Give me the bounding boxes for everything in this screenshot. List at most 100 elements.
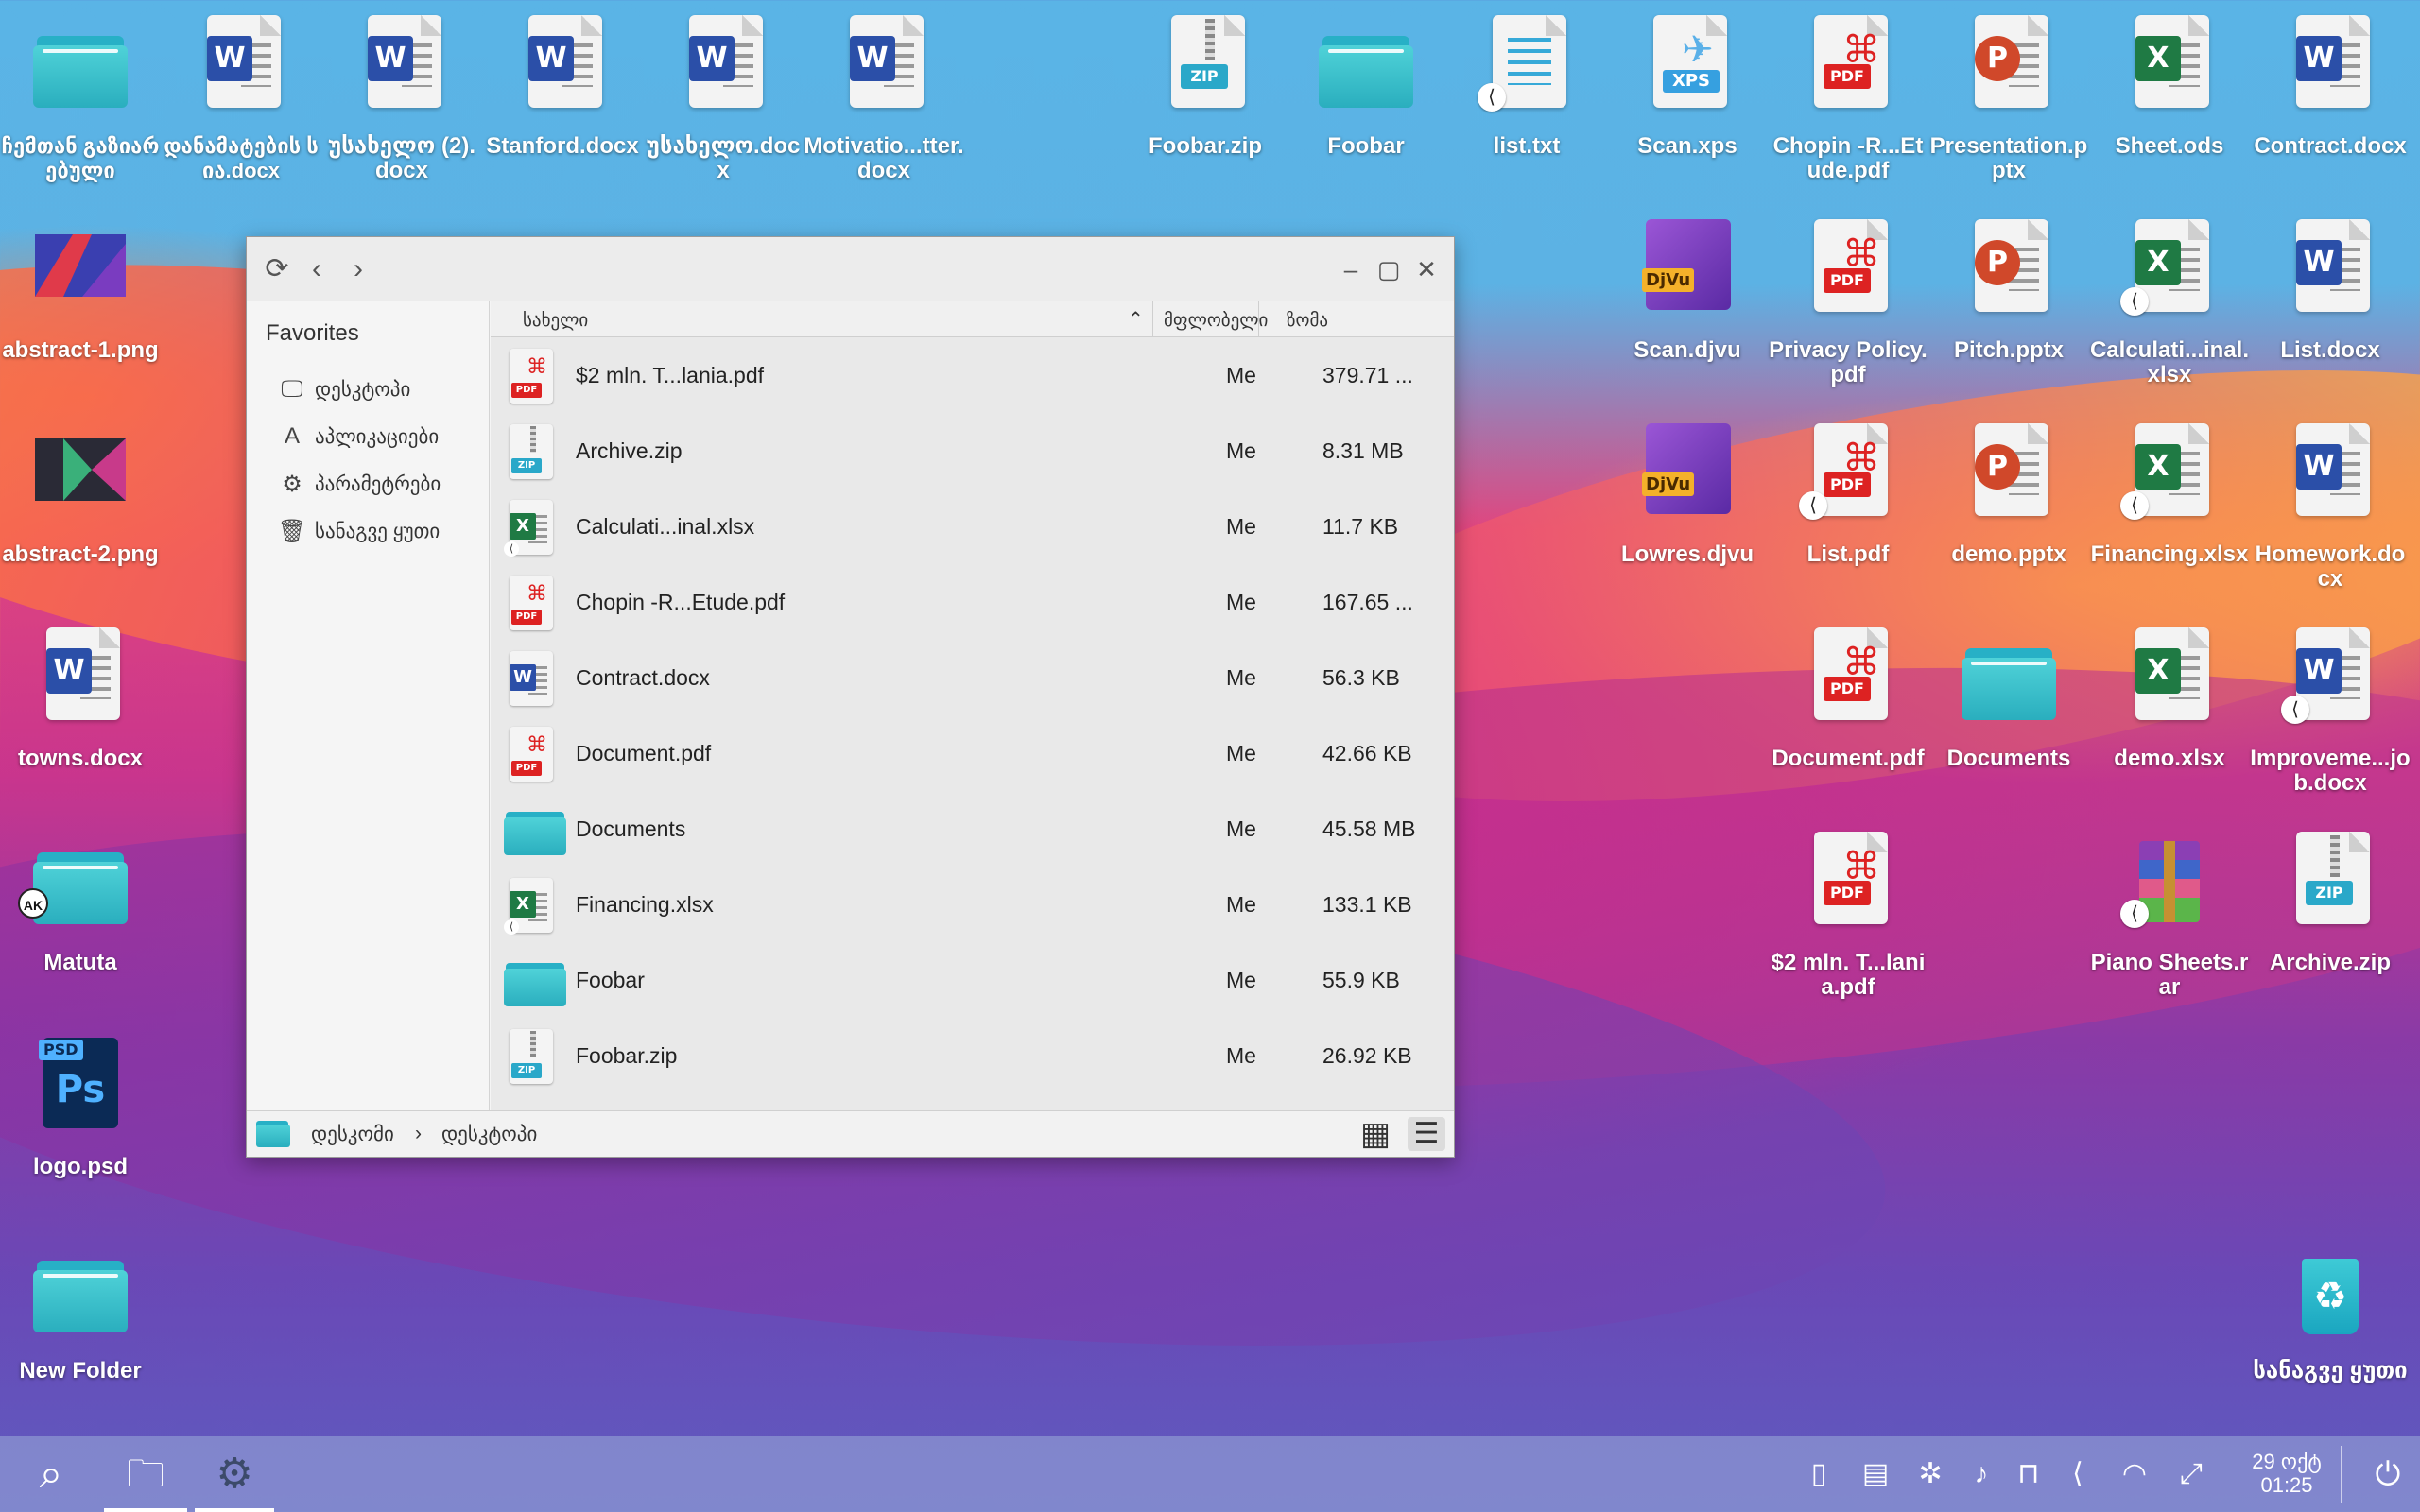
folder-icon [504,802,566,857]
table-row[interactable]: X ⟨ Calculati...inal.xlsx Me 11.7 KB [491,489,1454,564]
sidebar-item-settings[interactable]: ⚙ პარამეტრები [266,460,470,507]
desktop-icon-folder[interactable]: New Folder [0,1240,161,1383]
desktop-icon-pdf[interactable]: ⌘ PDF ⟨ List.pdf [1768,423,1928,567]
share-icon: ⟨ [504,541,519,557]
desktop-icon-xps[interactable]: ✈ XPS Scan.xps [1607,15,1768,159]
word-document-icon: W [689,15,763,108]
back-icon[interactable]: ‹ [300,252,334,286]
table-row[interactable]: Foobar Me 55.9 KB [491,942,1454,1018]
desktop-icon-pdf[interactable]: ⌘ PDF $2 mln. T...lania.pdf [1768,832,1928,1000]
desktop-icon-psd[interactable]: PSD Ps logo.psd [0,1036,161,1179]
file-owner: Me [1226,590,1256,614]
desktop-icon-docx[interactable]: W towns.docx [0,627,161,771]
column-header: სახელი ⌃ მფლობელი ზომა [491,301,1454,337]
file-owner: Me [1226,968,1256,992]
desktop-icon-docx[interactable]: W დანამატების სია.docx [161,15,321,183]
grid-view-icon[interactable]: ▦ [1360,1117,1391,1151]
desktop-icon-rar[interactable]: ⟨ Piano Sheets.rar [2089,832,2250,1000]
djvu-file-icon: DjVu [1642,219,1731,310]
refresh-icon[interactable]: ⟳ [260,252,294,286]
desktop-icon-ods[interactable]: X Sheet.ods [2089,15,2250,159]
table-row[interactable]: X ⟨ Financing.xlsx Me 133.1 KB [491,867,1454,942]
wifi-icon[interactable]: ◠ [2116,1457,2153,1491]
desktop-icon-trash[interactable]: ♻ სანაგვე ყუთი [2250,1255,2411,1383]
file-size: 167.65 ... [1322,590,1413,614]
desktop-icon-docx[interactable]: W Contract.docx [2250,15,2411,159]
sidebar-item-trash[interactable]: 🗑 სანაგვე ყუთი [266,507,470,555]
desktop-icon-docx[interactable]: W Motivatio...tter.docx [804,15,964,183]
desktop-icon-zip[interactable]: ZIP Foobar.zip [1125,15,1286,159]
sidebar-item-apps[interactable]: A აპლიკაციები [266,413,470,460]
table-row[interactable]: ZIP Archive.zip Me 8.31 MB [491,413,1454,489]
file-name: Chopin -R...Etude.pdf [576,590,786,614]
breadcrumb-root[interactable]: დესკომი [311,1123,394,1146]
bell-icon[interactable]: ♪ [1962,1457,2000,1491]
desktop-icon-folder[interactable]: Foobar [1286,15,1446,159]
desktop-icon-docx[interactable]: W უსახელო.docx [643,15,804,183]
calendar-icon[interactable]: ▤ [1857,1457,1894,1491]
table-row[interactable]: W Contract.docx Me 56.3 KB [491,640,1454,715]
desktop-icon-pptx[interactable]: P Pitch.pptx [1928,219,2089,363]
close-icon[interactable]: ✕ [1409,252,1443,286]
lock-icon[interactable]: ⊓ [2010,1457,2048,1491]
desktop-icon-xlsx[interactable]: X ⟨ Calculati...inal.xlsx [2089,219,2250,387]
power-icon[interactable]: ⏻ [2369,1457,2407,1491]
word-document-icon: W [504,651,555,706]
file-name: Foobar [576,968,645,992]
desktop-icon-png[interactable]: abstract-2.png [0,423,161,567]
desktop-icon-pdf[interactable]: ⌘ PDF Document.pdf [1768,627,1928,771]
minimize-icon[interactable]: – [1334,252,1368,286]
desktop-icon-djvu[interactable]: DjVu Scan.djvu [1607,219,1768,363]
settings-app-icon[interactable]: ⚙ [206,1450,263,1499]
list-view-icon[interactable]: ☰ [1408,1117,1445,1151]
files-app-icon[interactable]: 🗀 [117,1450,174,1499]
table-row[interactable]: ⌘ PDF Chopin -R...Etude.pdf Me 167.65 ... [491,564,1454,640]
breadcrumb-current[interactable]: დესკტოპი [441,1123,537,1146]
desktop-icon-xlsx[interactable]: X ⟨ Financing.xlsx [2089,423,2250,567]
desktop-icon-pdf[interactable]: ⌘ PDF Chopin -R...Etude.pdf [1768,15,1928,183]
table-row[interactable]: Documents Me 45.58 MB [491,791,1454,867]
desktop-icon-shared-folder[interactable]: AK Matuta [0,832,161,975]
spreadsheet-file-icon: X [2135,15,2209,108]
desktop-icon-djvu[interactable]: DjVu Lowres.djvu [1607,423,1768,567]
sort-ascending-icon[interactable]: ⌃ [1128,307,1144,331]
desktop-icon-docx[interactable]: W Stanford.docx [482,15,643,159]
desktop-icon-pptx[interactable]: P demo.pptx [1928,423,2089,567]
desktop-icon-txt[interactable]: ⟨ list.txt [1446,15,1607,159]
forward-icon[interactable]: › [341,252,375,286]
maximize-icon[interactable]: ▢ [1372,252,1406,286]
desktop-icon-xlsx[interactable]: X demo.xlsx [2089,627,2250,771]
bug-report-icon[interactable]: ✲ [1911,1457,1949,1491]
file-name: Foobar.zip [576,1043,678,1068]
sidebar-item-desktop[interactable]: 🖵 დესკტოპი [266,366,470,413]
window-titlebar: ⟳ ‹ › – ▢ ✕ [247,237,1454,301]
search-icon[interactable]: ⌕ [23,1450,79,1499]
desktop-icon-pptx[interactable]: P Presentation.pptx [1928,15,2089,183]
column-header-name[interactable]: სახელი [523,310,588,332]
share-icon[interactable]: ⟨ [2059,1457,2097,1491]
share-icon: ⟨ [2120,900,2149,928]
desktop-icon-docx[interactable]: W List.docx [2250,219,2411,363]
phone-icon[interactable]: ▯ [1800,1457,1838,1491]
column-header-owner[interactable]: მფლობელი [1164,310,1268,332]
file-size: 133.1 KB [1322,892,1412,917]
desktop-icon-label: Sheet.ods [2115,133,2224,159]
table-row[interactable]: ⌘ PDF $2 mln. T...lania.pdf Me 379.71 ... [491,337,1454,413]
active-app-indicator [195,1508,274,1512]
desktop-icon-png[interactable]: abstract-1.png [0,219,161,363]
desktop-icon-docx[interactable]: W Homework.docx [2250,423,2411,592]
desktop-icon-label: Calculati...inal.xlsx [2089,337,2250,387]
desktop-icon-zip[interactable]: ZIP Archive.zip [2250,832,2411,975]
desktop-icon-folder[interactable]: Documents [1928,627,2089,771]
share-icon: ⟨ [2120,287,2149,316]
column-header-size[interactable]: ზომა [1287,310,1328,332]
fullscreen-icon[interactable]: ⤢ [2172,1457,2210,1491]
desktop-icon-pdf[interactable]: ⌘ PDF Privacy Policy.pdf [1768,219,1928,387]
desktop-icon-shared-folder[interactable]: ჩემთან გაზიარებული [0,15,161,183]
table-row[interactable]: ⌘ PDF Document.pdf Me 42.66 KB [491,715,1454,791]
file-size: 26.92 KB [1322,1043,1412,1068]
desktop-icon-docx[interactable]: W ⟨ Improveme...job.docx [2250,627,2411,796]
clock[interactable]: 29 ოქტ 01:25 [2244,1450,2329,1497]
desktop-icon-docx[interactable]: W უსახელო (2).docx [321,15,482,183]
table-row[interactable]: ZIP Foobar.zip Me 26.92 KB [491,1018,1454,1093]
